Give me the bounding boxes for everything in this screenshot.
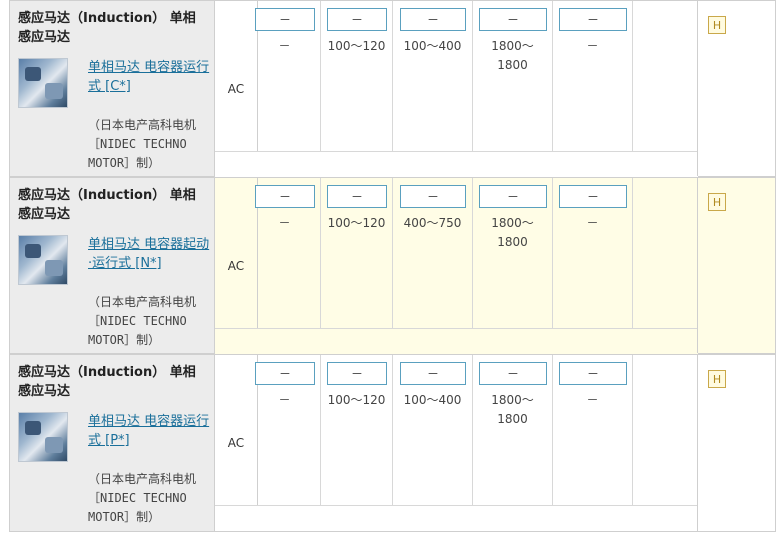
- product-name-cell: 感应马达（Induction） 单相感应马达 单相马达 电容器运行式 [C*] …: [10, 1, 215, 176]
- h-badge-icon[interactable]: H: [708, 370, 726, 388]
- spec-cell: － 100～120: [321, 355, 393, 505]
- product-link[interactable]: 单相马达 电容器运行式 [C*]: [88, 58, 212, 96]
- spec-cell: － 100～120: [321, 1, 393, 151]
- spec-cell: － 1800～ 1800: [473, 1, 553, 151]
- spec-value: －: [586, 39, 599, 53]
- divider: [697, 355, 698, 531]
- table-row: 感应马达（Induction） 单相感应马达 单相马达 电容器运行式 [C*] …: [9, 0, 776, 177]
- spec-cell: － －: [249, 355, 321, 505]
- product-title: 感应马达（Induction） 单相感应马达: [18, 365, 196, 399]
- table-row: 感应马达（Induction） 单相感应马达 单相马达 电容器起动·运行式 [N…: [9, 177, 776, 354]
- spec-value: 1800～ 1800: [491, 216, 534, 249]
- spec-cell: － －: [553, 178, 633, 328]
- spec-cell: － －: [553, 355, 633, 505]
- divider: [697, 178, 698, 353]
- product-link[interactable]: 单相马达 电容器起动·运行式 [N*]: [88, 235, 212, 273]
- filter-box[interactable]: －: [400, 8, 466, 31]
- product-thumbnail[interactable]: [18, 235, 68, 285]
- h-badge-icon[interactable]: H: [708, 193, 726, 211]
- spec-value: 1800～ 1800: [491, 39, 534, 72]
- spec-value: －: [278, 216, 291, 230]
- spec-cell: － 1800～ 1800: [473, 178, 553, 328]
- product-table: 感应马达（Induction） 单相感应马达 单相马达 电容器运行式 [C*] …: [0, 0, 782, 541]
- product-thumbnail[interactable]: [18, 58, 68, 108]
- spec-value: 100～120: [327, 216, 386, 230]
- row-footer: [215, 505, 698, 531]
- filter-box[interactable]: －: [255, 185, 315, 208]
- h-badge-icon[interactable]: H: [708, 16, 726, 34]
- spec-value: －: [278, 39, 291, 53]
- filter-box[interactable]: －: [255, 8, 315, 31]
- filter-box[interactable]: －: [255, 362, 315, 385]
- spec-value: 400～750: [403, 216, 462, 230]
- spec-value: 100～400: [403, 393, 462, 407]
- spec-value: 1800～ 1800: [491, 393, 534, 426]
- product-link[interactable]: 单相马达 电容器运行式 [P*]: [88, 412, 212, 450]
- product-title: 感应马达（Induction） 单相感应马达: [18, 11, 196, 45]
- divider: [697, 1, 698, 176]
- spec-value: －: [586, 393, 599, 407]
- spec-cell: － 400～750: [393, 178, 473, 328]
- filter-box[interactable]: －: [479, 8, 547, 31]
- spec-cell: － 100～120: [321, 178, 393, 328]
- row-footer: [215, 328, 698, 354]
- product-name-cell: 感应马达（Induction） 单相感应马达 单相马达 电容器起动·运行式 [N…: [10, 178, 215, 353]
- product-title: 感应马达（Induction） 单相感应马达: [18, 188, 196, 222]
- filter-box[interactable]: －: [479, 362, 547, 385]
- spec-value: 100～400: [403, 39, 462, 53]
- filter-box[interactable]: －: [327, 185, 387, 208]
- filter-box[interactable]: －: [559, 362, 627, 385]
- spec-cell: － 1800～ 1800: [473, 355, 553, 505]
- spec-value: 100～120: [327, 39, 386, 53]
- row-footer: [215, 151, 698, 177]
- filter-box[interactable]: －: [559, 8, 627, 31]
- filter-box[interactable]: －: [479, 185, 547, 208]
- manufacturer-note: （日本电产高科电机［NIDEC TECHNO MOTOR］制）: [88, 295, 197, 347]
- spec-cell: － 100～400: [393, 355, 473, 505]
- filter-box[interactable]: －: [559, 185, 627, 208]
- spec-value: －: [278, 393, 291, 407]
- spec-cell: － 100～400: [393, 1, 473, 151]
- manufacturer-note: （日本电产高科电机［NIDEC TECHNO MOTOR］制）: [88, 118, 197, 170]
- spec-cell: － －: [553, 1, 633, 151]
- manufacturer-note: （日本电产高科电机［NIDEC TECHNO MOTOR］制）: [88, 472, 197, 524]
- product-thumbnail[interactable]: [18, 412, 68, 462]
- product-name-cell: 感应马达（Induction） 单相感应马达 单相马达 电容器运行式 [P*] …: [10, 355, 215, 531]
- table-row: 感应马达（Induction） 单相感应马达 单相马达 电容器运行式 [P*] …: [9, 354, 776, 532]
- filter-box[interactable]: －: [327, 362, 387, 385]
- spec-cell: － －: [249, 1, 321, 151]
- filter-box[interactable]: －: [327, 8, 387, 31]
- spec-value: 100～120: [327, 393, 386, 407]
- filter-box[interactable]: －: [400, 362, 466, 385]
- filter-box[interactable]: －: [400, 185, 466, 208]
- spec-value: －: [586, 216, 599, 230]
- spec-cell: － －: [249, 178, 321, 328]
